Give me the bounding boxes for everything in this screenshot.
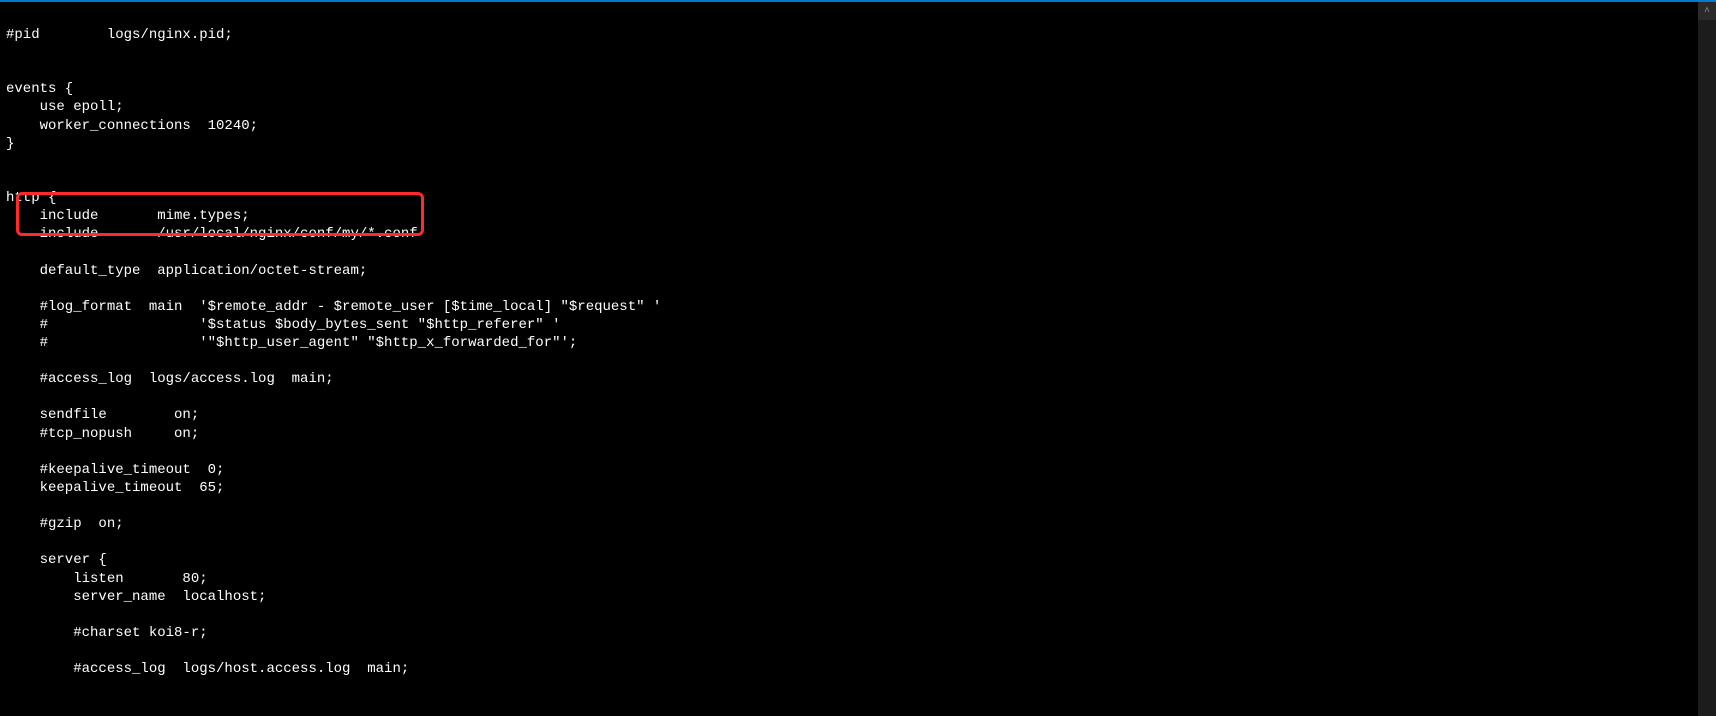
code-line bbox=[6, 153, 1692, 171]
editor-content[interactable]: #pid logs/nginx.pid;events { use epoll; … bbox=[0, 2, 1698, 716]
code-line: default_type application/octet-stream; bbox=[6, 262, 1692, 280]
code-line bbox=[6, 352, 1692, 370]
code-line: #log_format main '$remote_addr - $remote… bbox=[6, 298, 1692, 316]
code-line: worker_connections 10240; bbox=[6, 117, 1692, 135]
code-line: #pid logs/nginx.pid; bbox=[6, 26, 1692, 44]
code-line bbox=[6, 443, 1692, 461]
code-line: sendfile on; bbox=[6, 406, 1692, 424]
code-line: #keepalive_timeout 0; bbox=[6, 461, 1692, 479]
code-line: #gzip on; bbox=[6, 515, 1692, 533]
code-line: #tcp_nopush on; bbox=[6, 425, 1692, 443]
code-line bbox=[6, 62, 1692, 80]
code-line: # '$status $body_bytes_sent "$http_refer… bbox=[6, 316, 1692, 334]
code-line: } bbox=[6, 135, 1692, 153]
code-line: server_name localhost; bbox=[6, 588, 1692, 606]
code-line: listen 80; bbox=[6, 570, 1692, 588]
code-line: events { bbox=[6, 80, 1692, 98]
code-line bbox=[6, 533, 1692, 551]
chevron-up-icon: ˄ bbox=[1704, 5, 1710, 18]
code-line bbox=[6, 244, 1692, 262]
code-line: http { bbox=[6, 189, 1692, 207]
code-line bbox=[6, 171, 1692, 189]
code-line bbox=[6, 388, 1692, 406]
code-line bbox=[6, 497, 1692, 515]
code-line: #charset koi8-r; bbox=[6, 624, 1692, 642]
vertical-scrollbar[interactable]: ˄ bbox=[1698, 2, 1716, 716]
code-line: use epoll; bbox=[6, 98, 1692, 116]
code-line bbox=[6, 280, 1692, 298]
code-line bbox=[6, 44, 1692, 62]
code-line bbox=[6, 8, 1692, 26]
code-line: include /usr/local/nginx/conf/my/*.conf bbox=[6, 225, 1692, 243]
code-line: server { bbox=[6, 551, 1692, 569]
code-line: #access_log logs/host.access.log main; bbox=[6, 660, 1692, 678]
code-line: # '"$http_user_agent" "$http_x_forwarded… bbox=[6, 334, 1692, 352]
code-line bbox=[6, 642, 1692, 660]
code-line: keepalive_timeout 65; bbox=[6, 479, 1692, 497]
code-line: include mime.types; bbox=[6, 207, 1692, 225]
scrollbar-up-button[interactable]: ˄ bbox=[1698, 2, 1716, 20]
code-line bbox=[6, 606, 1692, 624]
code-line: #access_log logs/access.log main; bbox=[6, 370, 1692, 388]
